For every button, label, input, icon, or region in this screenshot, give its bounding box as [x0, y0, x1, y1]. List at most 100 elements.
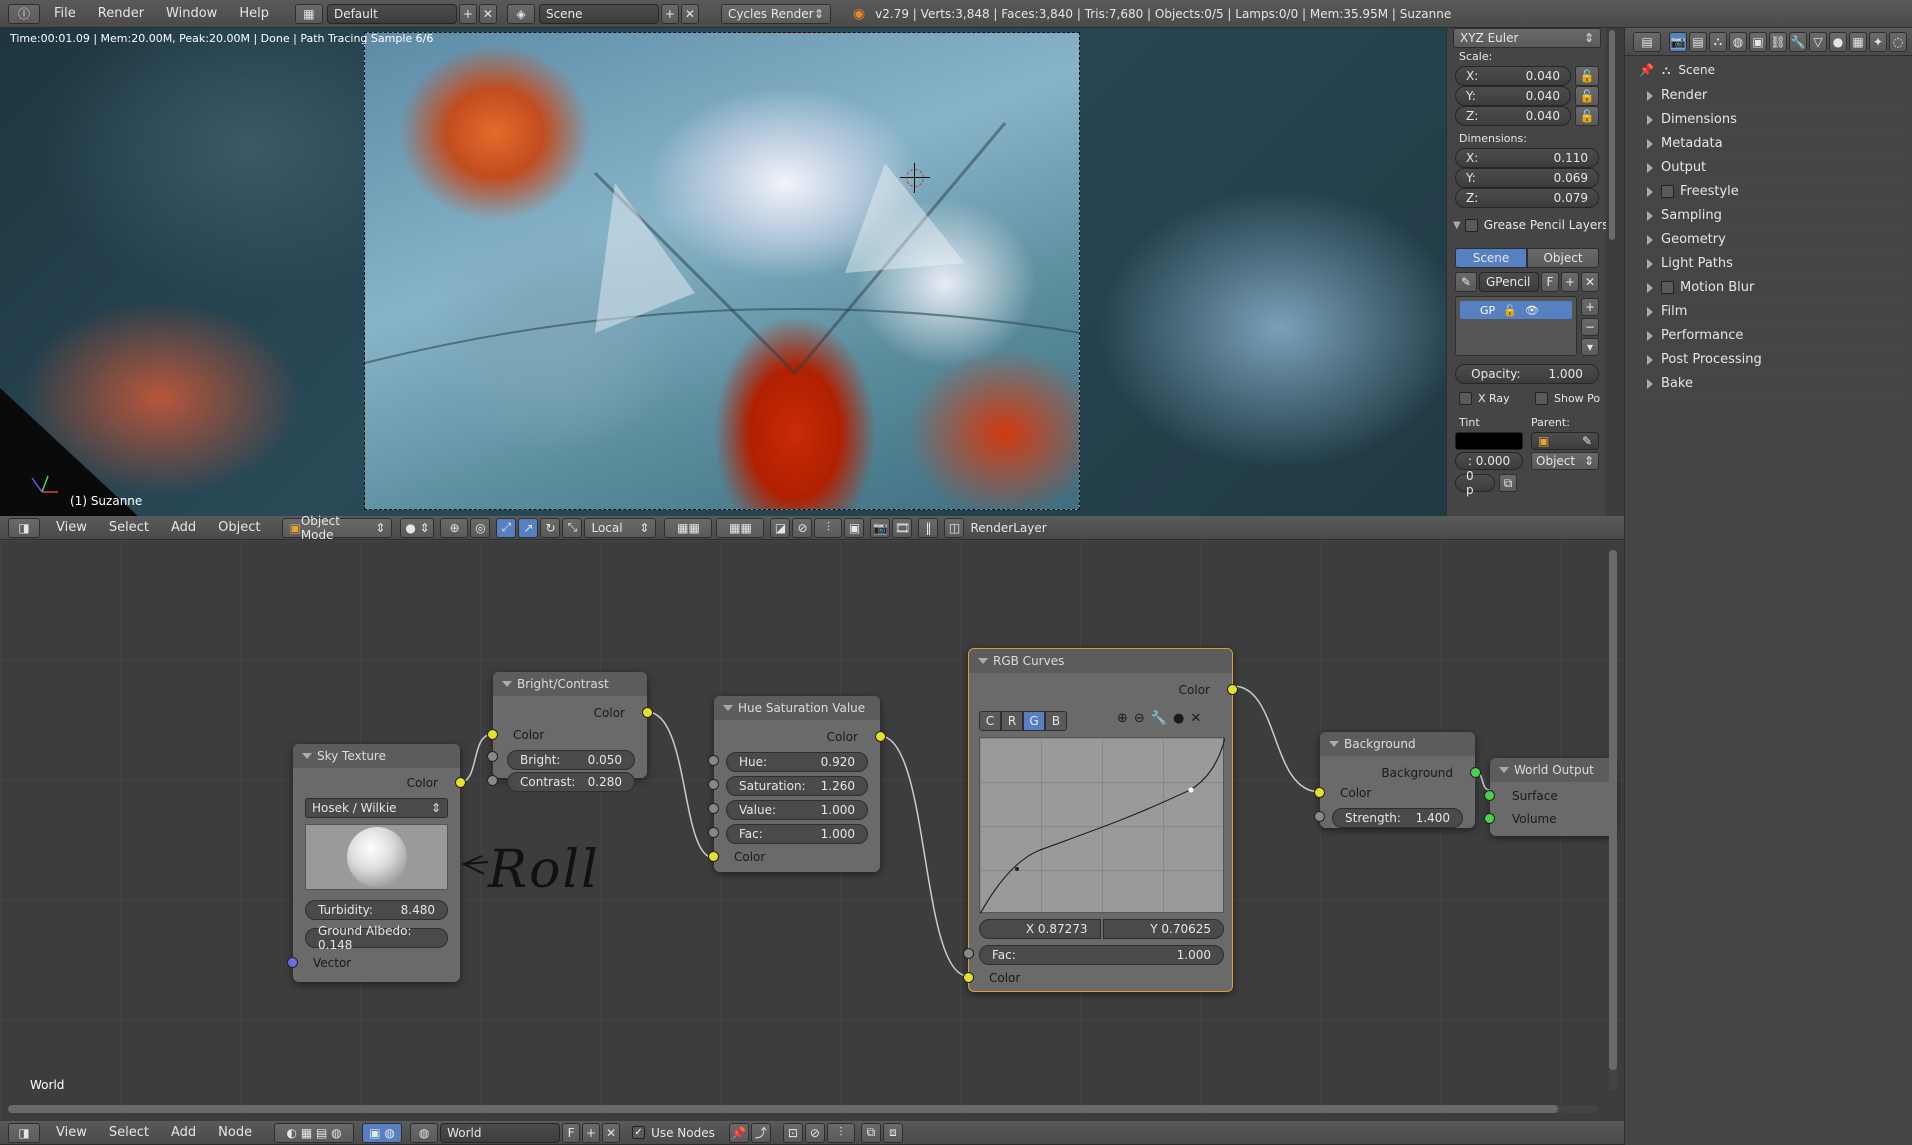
curves-fac-in-socket[interactable] [963, 948, 974, 959]
render-layer-icon[interactable]: ◫ [944, 517, 965, 538]
object-tab-icon[interactable]: ▣ [1749, 31, 1767, 52]
snap-element-icon[interactable]: ⫶ [814, 517, 843, 538]
ground-albedo-field[interactable]: Ground Albedo: 0.148 [305, 924, 448, 952]
panel-dimensions[interactable]: Dimensions [1639, 108, 1906, 132]
world-output-node[interactable]: World Output Surface Volume [1484, 758, 1615, 836]
contrast-field[interactable]: Contrast: 0.280 [507, 772, 635, 792]
bc-title[interactable]: Bright/Contrast [493, 672, 647, 696]
layers-tab-icon[interactable]: ▤ [1689, 31, 1707, 52]
curves-color-in-socket[interactable] [963, 972, 974, 983]
world-fake-user-button[interactable]: F [562, 1122, 581, 1143]
manipulator-icon[interactable]: ⤢ [496, 517, 517, 538]
scale-y-field[interactable]: Y: 0.040 [1455, 86, 1571, 106]
bc-color-out-socket[interactable] [642, 707, 653, 718]
world-add-button[interactable]: + [582, 1122, 601, 1143]
hsv-color-in-socket[interactable] [708, 851, 719, 862]
layout-field[interactable]: Default [326, 3, 457, 24]
panel-geometry[interactable]: Geometry [1639, 228, 1906, 252]
opengl-anim-icon[interactable]: 🎞 [892, 517, 913, 538]
xray-toggle[interactable]: X Ray [1459, 392, 1510, 405]
sky-texture-node[interactable]: Sky Texture Color Hosek / Wilkie ⇕ Turbid… [287, 744, 466, 982]
menu-object[interactable]: Object [218, 520, 260, 535]
physics-tab-icon[interactable]: ◌ [1889, 31, 1907, 52]
n-panel-scrollbar-track[interactable] [1606, 28, 1618, 516]
hsv-color-out-socket[interactable] [875, 731, 886, 742]
bright-in-socket[interactable] [487, 751, 498, 762]
scrollbar-thumb[interactable] [8, 1105, 1558, 1113]
parent-type-select[interactable]: Object ⇕ [1531, 452, 1599, 470]
wo-title[interactable]: World Output [1490, 758, 1615, 782]
editor-type-node-icon[interactable]: ◨ [8, 1122, 40, 1143]
delete-point-icon[interactable]: ✕ [1190, 711, 1201, 726]
texture-tab-icon[interactable]: ▦ [1849, 31, 1867, 52]
snap-toggle-icon[interactable]: ⊘ [804, 1122, 825, 1143]
layers-grid-a[interactable]: ▦▦ [664, 517, 713, 538]
motion-blur-checkbox[interactable] [1661, 281, 1674, 294]
layout-remove-button[interactable]: ✕ [478, 3, 497, 24]
node-pin-icon[interactable]: 📌 [728, 1122, 749, 1143]
go-parent-icon[interactable]: ⤴ [750, 1122, 771, 1143]
lock-scale-x-icon[interactable]: 🔓 [1575, 66, 1599, 86]
layers-grid-b[interactable]: ▦▦ [716, 517, 765, 538]
volume-in-socket[interactable] [1484, 813, 1495, 824]
shading-select[interactable]: ● ⇕ [400, 517, 435, 538]
menu-file[interactable]: File [54, 6, 76, 21]
panel-bake[interactable]: Bake [1639, 372, 1906, 396]
particles-tab-icon[interactable]: ✦ [1869, 31, 1887, 52]
node-editor-vscroll[interactable] [1609, 550, 1617, 1090]
menu-select[interactable]: Select [109, 520, 149, 535]
rotation-mode-select[interactable]: XYZ Euler ⇕ [1453, 28, 1601, 48]
curve-y-field[interactable]: Y 0.70625 [1102, 919, 1224, 939]
scrollbar-thumb[interactable] [1609, 550, 1617, 1070]
bc-color-in-socket[interactable] [487, 729, 498, 740]
channel-b-button[interactable]: B [1045, 711, 1067, 731]
panel-freestyle[interactable]: Freestyle [1639, 180, 1906, 204]
op-copy-icon[interactable]: ⧉ [1499, 474, 1517, 492]
scene-add-button[interactable]: + [660, 3, 679, 24]
panel-render[interactable]: Render [1639, 84, 1906, 108]
bg-color-in-socket[interactable] [1314, 787, 1325, 798]
curve-graph[interactable] [979, 737, 1225, 914]
proportional-icon[interactable]: ◎ [470, 517, 491, 538]
shader-type-icon[interactable]: ◐ ▦ ▤ ◍ [274, 1122, 355, 1143]
menu-view[interactable]: View [56, 1125, 87, 1140]
scene-remove-button[interactable]: ✕ [680, 3, 699, 24]
sky-texture-title[interactable]: Sky Texture [293, 744, 460, 768]
freestyle-checkbox[interactable] [1661, 185, 1674, 198]
menu-window[interactable]: Window [166, 6, 217, 21]
panel-output[interactable]: Output [1639, 156, 1906, 180]
zoom-in-icon[interactable]: ⊕ [1117, 711, 1128, 726]
hue-field[interactable]: Hue: 0.920 [726, 752, 868, 772]
bg-out-socket[interactable] [1470, 767, 1481, 778]
show-po-toggle[interactable]: Show Po [1535, 392, 1600, 405]
show-po-checkbox[interactable] [1535, 392, 1548, 405]
world-name-field[interactable]: World [440, 1122, 561, 1143]
editor-type-properties-icon[interactable]: ▤ [1633, 31, 1661, 52]
dim-z-field[interactable]: Z: 0.079 [1455, 188, 1599, 208]
layout-add-button[interactable]: + [458, 3, 477, 24]
pin-icon[interactable]: 📌 [1639, 63, 1654, 77]
tab-scene[interactable]: Scene [1455, 248, 1527, 268]
dim-y-field[interactable]: Y: 0.069 [1455, 168, 1599, 188]
sky-color-out-socket[interactable] [455, 777, 466, 788]
sky-type-select[interactable]: Hosek / Wilkie ⇕ [305, 798, 448, 818]
wrench-icon[interactable]: 🔧 [1151, 711, 1167, 726]
strength-in-socket[interactable] [1314, 811, 1325, 822]
eye-icon[interactable]: 👁 [1525, 304, 1539, 317]
scale-z-field[interactable]: Z: 0.040 [1455, 106, 1571, 126]
menu-render[interactable]: Render [98, 6, 144, 21]
pause-icon[interactable]: ‖ [918, 517, 939, 538]
shader-object-icon[interactable]: ▣ ◍ [362, 1122, 403, 1143]
backdrop-copy-icon[interactable]: ⧉ [860, 1122, 881, 1143]
dim-x-field[interactable]: X: 0.110 [1455, 148, 1599, 168]
gp-add-button[interactable]: + [1561, 272, 1579, 292]
snap-icon[interactable]: ⊘ [792, 517, 813, 538]
turbidity-field[interactable]: Turbidity: 8.480 [305, 900, 448, 920]
lock-icon[interactable]: 🔓 [1503, 304, 1517, 317]
scene-icon[interactable]: ◈ [506, 3, 535, 24]
saturation-field[interactable]: Saturation: 1.260 [726, 776, 868, 796]
node-editor-hscroll[interactable] [8, 1105, 1598, 1113]
menu-select[interactable]: Select [109, 1125, 149, 1140]
hue-in-socket[interactable] [708, 755, 719, 766]
world-remove-button[interactable]: ✕ [602, 1122, 621, 1143]
